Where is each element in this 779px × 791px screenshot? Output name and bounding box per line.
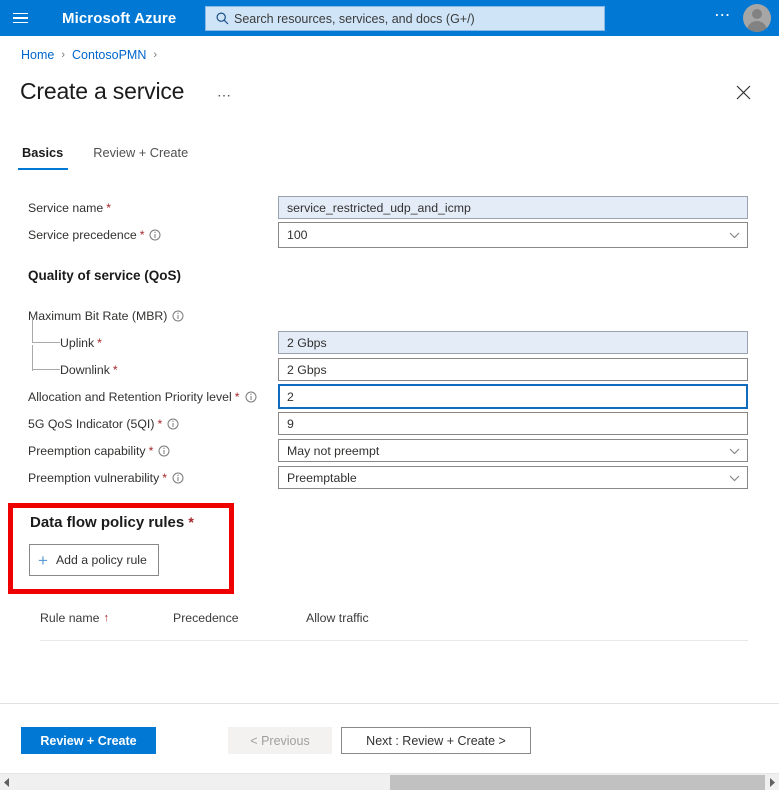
preemption-vulnerability-label: Preemption vulnerability * [28, 471, 184, 485]
preemption-vulnerability-value: Preemptable [287, 471, 357, 485]
add-policy-rule-label: Add a policy rule [56, 553, 147, 567]
five-qi-input-wrap[interactable] [278, 412, 748, 435]
chevron-down-icon [729, 471, 740, 485]
search-icon [211, 12, 233, 25]
breadcrumb-item-home[interactable]: Home [21, 48, 54, 62]
field-row-downlink: Downlink * [0, 356, 779, 383]
scrollbar-thumb[interactable] [390, 775, 765, 790]
horizontal-scrollbar[interactable] [0, 773, 779, 790]
next-review-create-button[interactable]: Next : Review + Create > [341, 727, 531, 754]
preemption-capability-value: May not preempt [287, 444, 379, 458]
close-icon[interactable] [731, 80, 755, 104]
breadcrumb: Home › ContosoPMN › [21, 48, 164, 62]
topbar-more-icon[interactable]: ⋯ [711, 0, 735, 36]
uplink-input[interactable] [287, 332, 739, 353]
caret-right-icon[interactable] [765, 774, 779, 791]
add-policy-rule-button[interactable]: + Add a policy rule [29, 544, 159, 576]
service-precedence-label: Service precedence * [28, 228, 161, 242]
field-row-preemption-vulnerability: Preemption vulnerability * Preemptable [0, 464, 779, 491]
tab-review-create[interactable]: Review + Create [91, 145, 190, 170]
downlink-label: Downlink * [60, 363, 118, 377]
column-header-precedence[interactable]: Precedence [173, 611, 239, 625]
preemption-vulnerability-select[interactable]: Preemptable [278, 466, 748, 489]
uplink-input-wrap[interactable] [278, 331, 748, 354]
mbr-label: Maximum Bit Rate (MBR) [28, 309, 184, 323]
qos-section-heading: Quality of service (QoS) [28, 268, 181, 283]
avatar[interactable] [743, 4, 771, 32]
avatar-head [752, 9, 762, 19]
review-create-button[interactable]: Review + Create [21, 727, 156, 754]
service-name-label: Service name * [28, 201, 111, 215]
chevron-down-icon [729, 444, 740, 458]
policy-rules-table-header: Rule name ↑ Precedence Allow traffic [0, 608, 779, 636]
sort-ascending-icon: ↑ [103, 612, 109, 624]
service-name-input-wrap[interactable] [278, 196, 748, 219]
downlink-input[interactable] [287, 359, 739, 380]
field-row-5qi: 5G QoS Indicator (5QI) * [0, 410, 779, 437]
column-header-allow-traffic[interactable]: Allow traffic [306, 611, 369, 625]
global-search[interactable] [205, 6, 605, 31]
chevron-down-icon [729, 228, 740, 242]
tab-basics[interactable]: Basics [20, 145, 65, 170]
page-more-icon[interactable]: ⋯ [213, 84, 236, 107]
info-icon[interactable] [158, 445, 170, 457]
field-row-uplink: Uplink * [0, 329, 779, 356]
field-row-service-name: Service name * [0, 194, 779, 221]
service-name-input[interactable] [287, 197, 739, 218]
five-qi-label: 5G QoS Indicator (5QI) * [28, 417, 179, 431]
breadcrumb-separator-2: › [153, 49, 157, 61]
info-icon[interactable] [167, 418, 179, 430]
breadcrumb-item-contosopmn[interactable]: ContosoPMN [72, 48, 146, 62]
info-icon[interactable] [245, 391, 257, 403]
data-flow-policy-rules-heading: Data flow policy rules * [30, 514, 194, 531]
wizard-tabs: Basics Review + Create [20, 145, 216, 170]
info-icon[interactable] [172, 310, 184, 322]
preemption-capability-label: Preemption capability * [28, 444, 170, 458]
preemption-capability-select[interactable]: May not preempt [278, 439, 748, 462]
field-row-service-precedence: Service precedence * 100 [0, 221, 779, 248]
hamburger-icon[interactable] [0, 0, 40, 36]
avatar-body [747, 21, 767, 32]
azure-top-bar: Microsoft Azure ⋯ [0, 0, 779, 36]
info-icon[interactable] [172, 472, 184, 484]
five-qi-input[interactable] [287, 413, 739, 434]
page-title: Create a service [20, 78, 184, 105]
column-header-rule-name[interactable]: Rule name ↑ [40, 611, 109, 625]
search-input[interactable] [234, 9, 594, 29]
field-row-mbr: Maximum Bit Rate (MBR) [0, 302, 779, 329]
arp-level-label: Allocation and Retention Priority level … [28, 390, 257, 404]
footer-divider [0, 703, 779, 704]
uplink-label: Uplink * [60, 336, 102, 350]
breadcrumb-separator: › [61, 49, 65, 61]
service-precedence-value: 100 [287, 228, 308, 242]
plus-icon: + [38, 552, 48, 569]
caret-left-icon[interactable] [0, 774, 14, 791]
service-precedence-select[interactable]: 100 [278, 222, 748, 248]
field-row-preemption-capability: Preemption capability * May not preempt [0, 437, 779, 464]
info-icon[interactable] [149, 229, 161, 241]
downlink-input-wrap[interactable] [278, 358, 748, 381]
table-divider [40, 640, 748, 641]
field-row-arp-level: Allocation and Retention Priority level … [0, 383, 779, 410]
previous-button: < Previous [228, 727, 332, 754]
brand-title[interactable]: Microsoft Azure [62, 10, 176, 27]
arp-level-input[interactable] [287, 386, 739, 407]
arp-level-input-wrap[interactable] [278, 384, 748, 409]
